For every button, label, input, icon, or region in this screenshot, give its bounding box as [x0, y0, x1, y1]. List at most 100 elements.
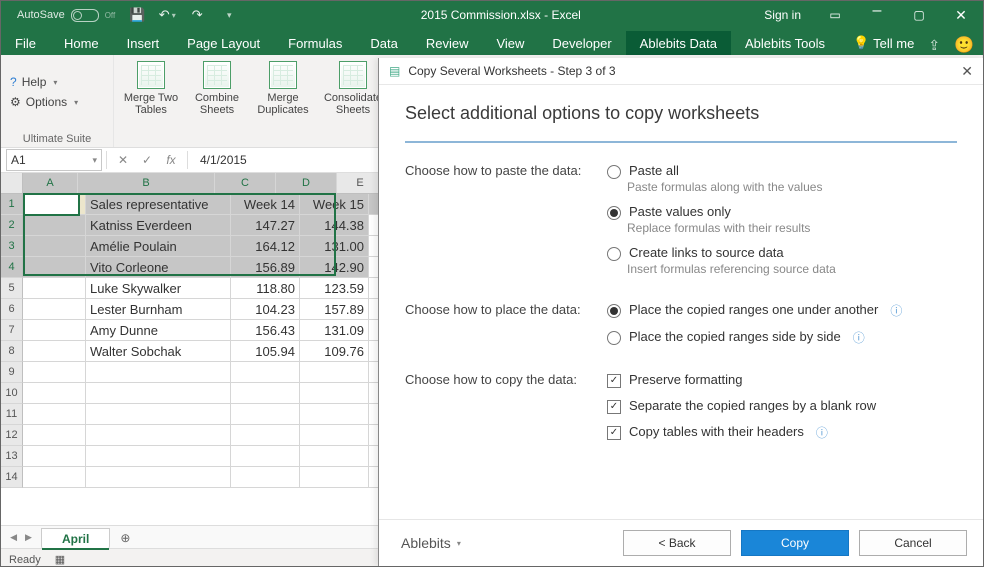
autosave-switch[interactable] [71, 9, 99, 22]
cell[interactable] [23, 215, 86, 236]
undo-icon[interactable]: ↶▾ [159, 7, 175, 23]
row-header[interactable]: 11 [1, 404, 23, 425]
cell[interactable]: Week 14 [231, 194, 300, 215]
cell[interactable]: Amélie Poulain [86, 236, 231, 257]
tab-file[interactable]: File [1, 31, 50, 55]
cell[interactable] [231, 383, 300, 404]
cell[interactable] [86, 467, 231, 488]
tab-tell-me[interactable]: 💡Tell me [839, 31, 928, 55]
window-maximize-icon[interactable]: ▢ [911, 7, 927, 23]
tab-view[interactable]: View [482, 31, 538, 55]
merge-two-tables-button[interactable]: Merge Two Tables [120, 58, 182, 118]
window-close-icon[interactable]: ✕ [953, 7, 969, 23]
cell[interactable]: Sales representative [86, 194, 231, 215]
row-header[interactable]: 6 [1, 299, 23, 320]
select-all-corner[interactable] [1, 173, 23, 194]
help-icon[interactable]: ⓘ [890, 302, 902, 319]
fx-icon[interactable]: fx [159, 149, 183, 171]
row-header[interactable]: 9 [1, 362, 23, 383]
cell[interactable] [231, 446, 300, 467]
column-header[interactable]: D [276, 173, 337, 194]
column-header[interactable]: E [337, 173, 384, 194]
new-sheet-button[interactable]: ⊕ [114, 528, 136, 548]
row-header[interactable]: 14 [1, 467, 23, 488]
tab-review[interactable]: Review [412, 31, 483, 55]
cell[interactable] [300, 362, 369, 383]
cell[interactable]: Vito Corleone [86, 257, 231, 278]
cell[interactable] [23, 278, 86, 299]
cell[interactable] [23, 467, 86, 488]
cell[interactable] [231, 362, 300, 383]
cell[interactable] [23, 341, 86, 362]
tab-ablebits-tools[interactable]: Ablebits Tools [731, 31, 839, 55]
name-box[interactable]: A1▾ [6, 149, 102, 171]
cell[interactable] [86, 383, 231, 404]
window-minimize-icon[interactable]: – [869, 3, 885, 19]
cell[interactable]: 131.00 [300, 236, 369, 257]
cell[interactable] [231, 467, 300, 488]
merge-duplicates-button[interactable]: Merge Duplicates [252, 58, 314, 118]
tab-formulas[interactable]: Formulas [274, 31, 356, 55]
row-header[interactable]: 2 [1, 215, 23, 236]
cell[interactable]: Luke Skywalker [86, 278, 231, 299]
row-header[interactable]: 1 [1, 194, 23, 215]
row-header[interactable]: 5 [1, 278, 23, 299]
check-separate-blank[interactable]: ✓Separate the copied ranges by a blank r… [607, 398, 957, 414]
cell[interactable] [86, 425, 231, 446]
cell[interactable] [231, 404, 300, 425]
cell[interactable]: Week 15 [300, 194, 369, 215]
cell[interactable]: Apr-15 [23, 194, 86, 215]
tab-ablebits-data[interactable]: Ablebits Data [626, 31, 731, 55]
save-icon[interactable]: 💾 [129, 7, 145, 23]
cell[interactable] [23, 425, 86, 446]
help-button[interactable]: ?Help▾ [7, 73, 81, 91]
cell[interactable] [23, 383, 86, 404]
copy-button[interactable]: Copy [741, 530, 849, 556]
sheet-nav-prev-icon[interactable]: ◀ [10, 532, 17, 543]
cell[interactable]: Katniss Everdeen [86, 215, 231, 236]
cell[interactable]: 156.43 [231, 320, 300, 341]
cell[interactable]: 156.89 [231, 257, 300, 278]
combine-sheets-button[interactable]: Combine Sheets [186, 58, 248, 118]
cell[interactable] [300, 425, 369, 446]
tab-data[interactable]: Data [356, 31, 411, 55]
cell[interactable]: 118.80 [231, 278, 300, 299]
redo-icon[interactable]: ↷ [189, 7, 205, 23]
smiley-icon[interactable]: 🙂 [954, 35, 974, 55]
cell[interactable] [300, 404, 369, 425]
cell[interactable] [23, 320, 86, 341]
dialog-close-icon[interactable]: ✕ [961, 63, 973, 80]
tab-home[interactable]: Home [50, 31, 113, 55]
cell[interactable] [86, 446, 231, 467]
cell[interactable] [23, 446, 86, 467]
cell[interactable]: Walter Sobchak [86, 341, 231, 362]
tab-page-layout[interactable]: Page Layout [173, 31, 274, 55]
ablebits-brand[interactable]: Ablebits▾ [401, 535, 461, 551]
ribbon-display-icon[interactable]: ▭ [827, 7, 843, 23]
radio-paste-values[interactable]: Paste values only [607, 204, 957, 220]
cell[interactable] [23, 257, 86, 278]
radio-create-links[interactable]: Create links to source data [607, 245, 957, 261]
column-header[interactable]: B [78, 173, 215, 194]
back-button[interactable]: < Back [623, 530, 731, 556]
cell[interactable] [86, 404, 231, 425]
sheet-nav-next-icon[interactable]: ▶ [25, 532, 32, 543]
row-header[interactable]: 13 [1, 446, 23, 467]
cell[interactable]: 157.89 [300, 299, 369, 320]
cell[interactable]: Lester Burnham [86, 299, 231, 320]
cell[interactable] [23, 299, 86, 320]
radio-place-under[interactable]: Place the copied ranges one under anothe… [607, 302, 957, 319]
tab-insert[interactable]: Insert [113, 31, 174, 55]
radio-paste-all[interactable]: Paste all [607, 163, 957, 179]
cell[interactable]: 109.76 [300, 341, 369, 362]
cell[interactable] [23, 236, 86, 257]
cell[interactable] [300, 446, 369, 467]
cell[interactable]: 164.12 [231, 236, 300, 257]
row-header[interactable]: 4 [1, 257, 23, 278]
check-preserve-formatting[interactable]: ✓Preserve formatting [607, 372, 957, 388]
cell[interactable]: 123.59 [300, 278, 369, 299]
cell[interactable] [300, 467, 369, 488]
cell[interactable] [231, 425, 300, 446]
cell[interactable]: 104.23 [231, 299, 300, 320]
row-header[interactable]: 3 [1, 236, 23, 257]
